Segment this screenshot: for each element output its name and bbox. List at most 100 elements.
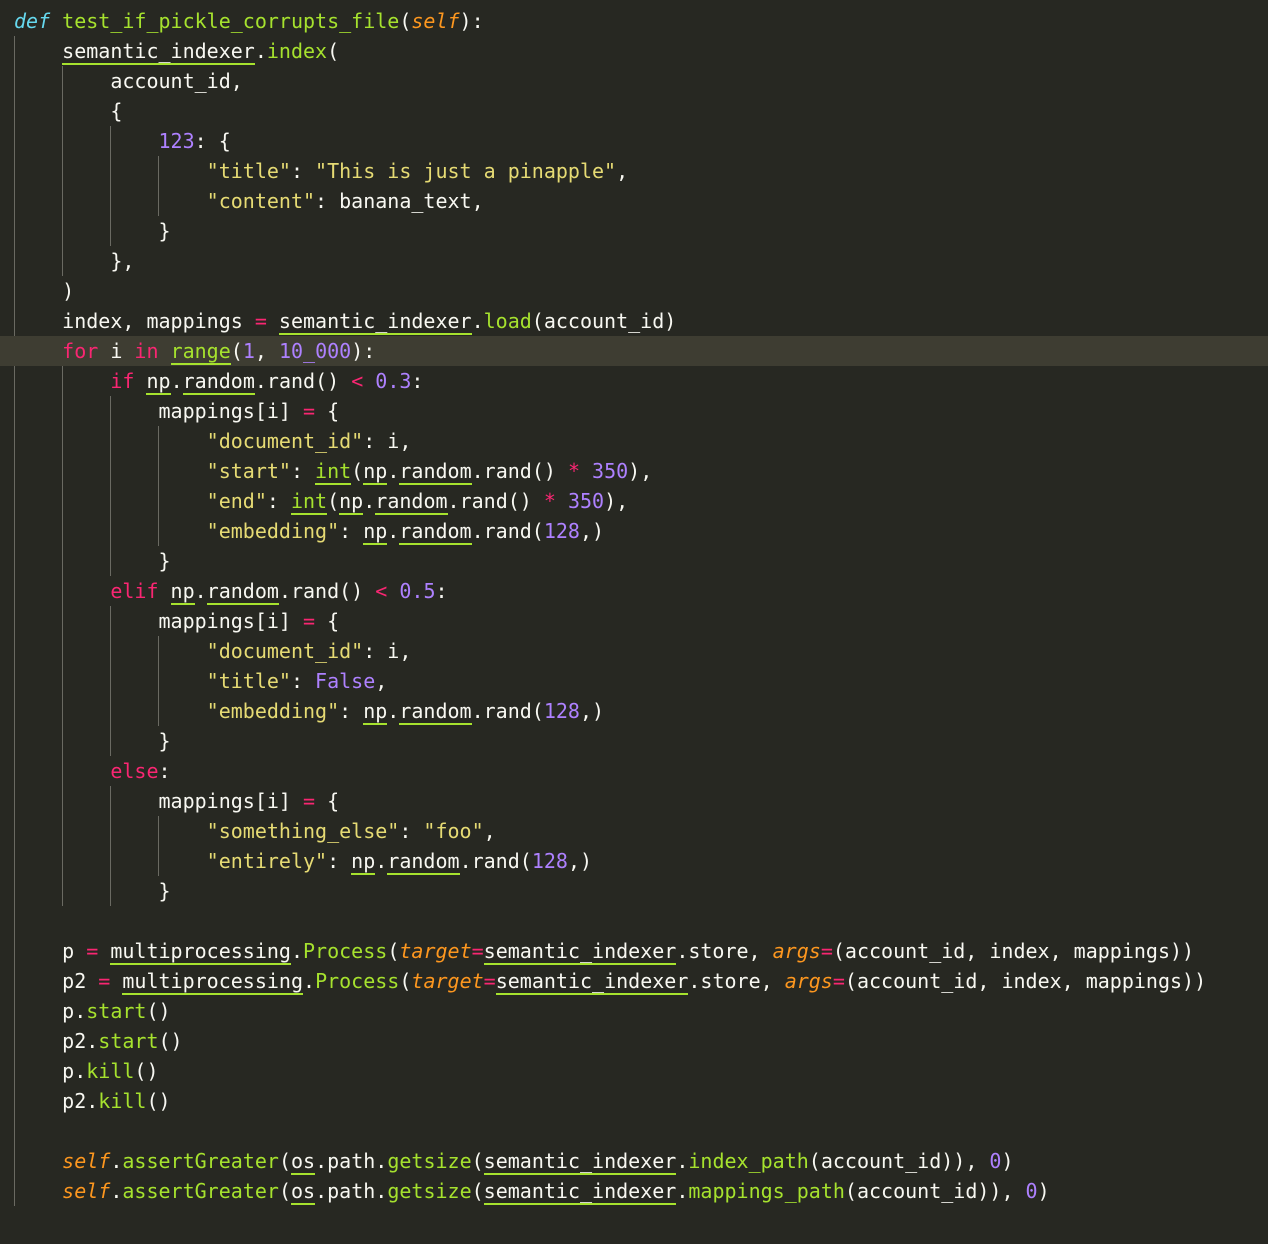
code-line-25[interactable]: } [0,726,1268,756]
code-token: = [471,939,484,963]
code-line-16[interactable]: "start": int(np.random.rand() * 350), [0,456,1268,486]
code-line-5[interactable]: 123: { [0,126,1268,156]
code-line-17[interactable]: "end": int(np.random.rand() * 350), [0,486,1268,516]
code-token: ) [1001,1149,1014,1173]
code-line-33[interactable]: p2 = multiprocessing.Process(target=sema… [0,966,1268,996]
code-line-35[interactable]: p2.start() [0,1026,1268,1056]
code-line-28[interactable]: "something_else": "foo", [0,816,1268,846]
code-line-36[interactable]: p.kill() [0,1056,1268,1086]
code-token: . [254,39,267,63]
code-line-40[interactable]: self.assertGreater(os.path.getsize(seman… [0,1176,1268,1206]
code-line-18[interactable]: "embedding": np.random.rand(128,) [0,516,1268,546]
code-line-30[interactable]: } [0,876,1268,906]
code-token: .rand( [459,849,532,873]
code-line-29[interactable]: "entirely": np.random.rand(128,) [0,846,1268,876]
code-token: . [194,579,207,603]
code-token: multiprocessing [110,939,291,965]
code-line-7[interactable]: "content": banana_text, [0,186,1268,216]
code-token: "something_else" [206,819,400,843]
code-line-8[interactable]: } [0,216,1268,246]
code-line-4[interactable]: { [0,96,1268,126]
code-token: .store, [676,939,773,963]
code-editor[interactable]: def test_if_pickle_corrupts_file(self): … [0,0,1268,1244]
code-token: else [110,759,159,783]
code-token: : [399,819,424,843]
code-line-9[interactable]: }, [0,246,1268,276]
code-line-19[interactable]: } [0,546,1268,576]
code-token: .path. [315,1149,388,1173]
code-token: , [254,339,279,363]
code-line-12[interactable]: for i in range(1, 10_000): [0,336,1268,366]
code-token: np [363,699,388,725]
code-token: . [676,1149,689,1173]
code-token: } [14,219,171,243]
code-token: self [411,9,460,33]
code-line-15[interactable]: "document_id": i, [0,426,1268,456]
code-token: . [170,369,183,393]
code-token: ): [351,339,376,363]
code-line-37[interactable]: p2.kill() [0,1086,1268,1116]
code-line-27[interactable]: mappings[i] = { [0,786,1268,816]
code-token: "title" [206,159,291,183]
code-token: < [375,579,388,603]
code-token: "content" [206,189,316,213]
code-line-26[interactable]: else: [0,756,1268,786]
code-token: . [387,459,400,483]
code-line-14[interactable]: mappings[i] = { [0,396,1268,426]
code-token: ( [387,939,400,963]
code-token: . [387,519,400,543]
code-token: : [327,849,352,873]
code-token: getsize [387,1179,472,1203]
code-token: ( [327,489,340,513]
code-token: 128 [531,849,568,873]
code-token: in [134,339,159,363]
code-token: random [375,489,448,515]
code-token: : banana_text, [315,189,484,213]
code-token: os [290,1179,316,1205]
code-line-1[interactable]: def test_if_pickle_corrupts_file(self): [0,6,1268,36]
code-line-2[interactable]: semantic_indexer.index( [0,36,1268,66]
code-line-3[interactable]: account_id, [0,66,1268,96]
code-token: ) [1037,1179,1050,1203]
code-line-22[interactable]: "document_id": i, [0,636,1268,666]
code-line-38[interactable] [0,1116,1268,1146]
code-line-24[interactable]: "embedding": np.random.rand(128,) [0,696,1268,726]
code-line-39[interactable]: self.assertGreater(os.path.getsize(seman… [0,1146,1268,1176]
code-line-23[interactable]: "title": False, [0,666,1268,696]
code-token: , [616,159,629,183]
code-line-6[interactable]: "title": "This is just a pinapple", [0,156,1268,186]
code-line-11[interactable]: index, mappings = semantic_indexer.load(… [0,306,1268,336]
code-token: index, mappings [14,309,255,333]
code-token: p. [14,1059,87,1083]
code-line-21[interactable]: mappings[i] = { [0,606,1268,636]
code-token: kill [86,1059,135,1083]
code-line-32[interactable]: p = multiprocessing.Process(target=seman… [0,936,1268,966]
code-token: . [363,489,376,513]
code-line-20[interactable]: elif np.random.rand() < 0.5: [0,576,1268,606]
code-line-13[interactable]: if np.random.rand() < 0.3: [0,366,1268,396]
code-token: ,) [579,699,605,723]
code-token: ,) [579,519,605,543]
code-token: Process [315,969,400,993]
code-token: , [483,819,496,843]
code-token: random [399,459,472,485]
code-line-34[interactable]: p.start() [0,996,1268,1026]
code-token: "start" [206,459,291,483]
code-token: mappings[i] [14,789,303,813]
code-line-10[interactable]: ) [0,276,1268,306]
code-token: ( [278,1179,291,1203]
code-token: } [14,729,171,753]
code-line-31[interactable] [0,906,1268,936]
code-token: 0 [1025,1179,1038,1203]
